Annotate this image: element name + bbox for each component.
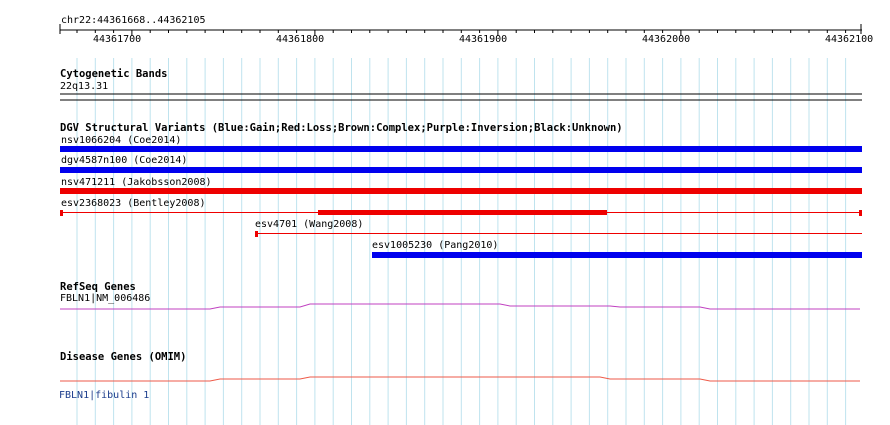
variant-bar-esv1005230 (372, 252, 862, 258)
variant-endcap (255, 231, 258, 237)
genome-browser-view: chr22:44361668..44362105 44361700 443618… (0, 0, 890, 425)
feature-layer (59, 24, 862, 382)
variant-bar-dgv4587n100 (60, 167, 862, 173)
variant-bar-nsv1066204 (60, 146, 862, 152)
variant-block-esv2368023 (318, 210, 607, 215)
variant-bar-nsv471211 (60, 188, 862, 194)
variant-endcap (859, 210, 862, 216)
omim-gene-line (60, 376, 860, 382)
refseq-gene-line (60, 303, 860, 310)
variant-endcap (60, 210, 63, 216)
